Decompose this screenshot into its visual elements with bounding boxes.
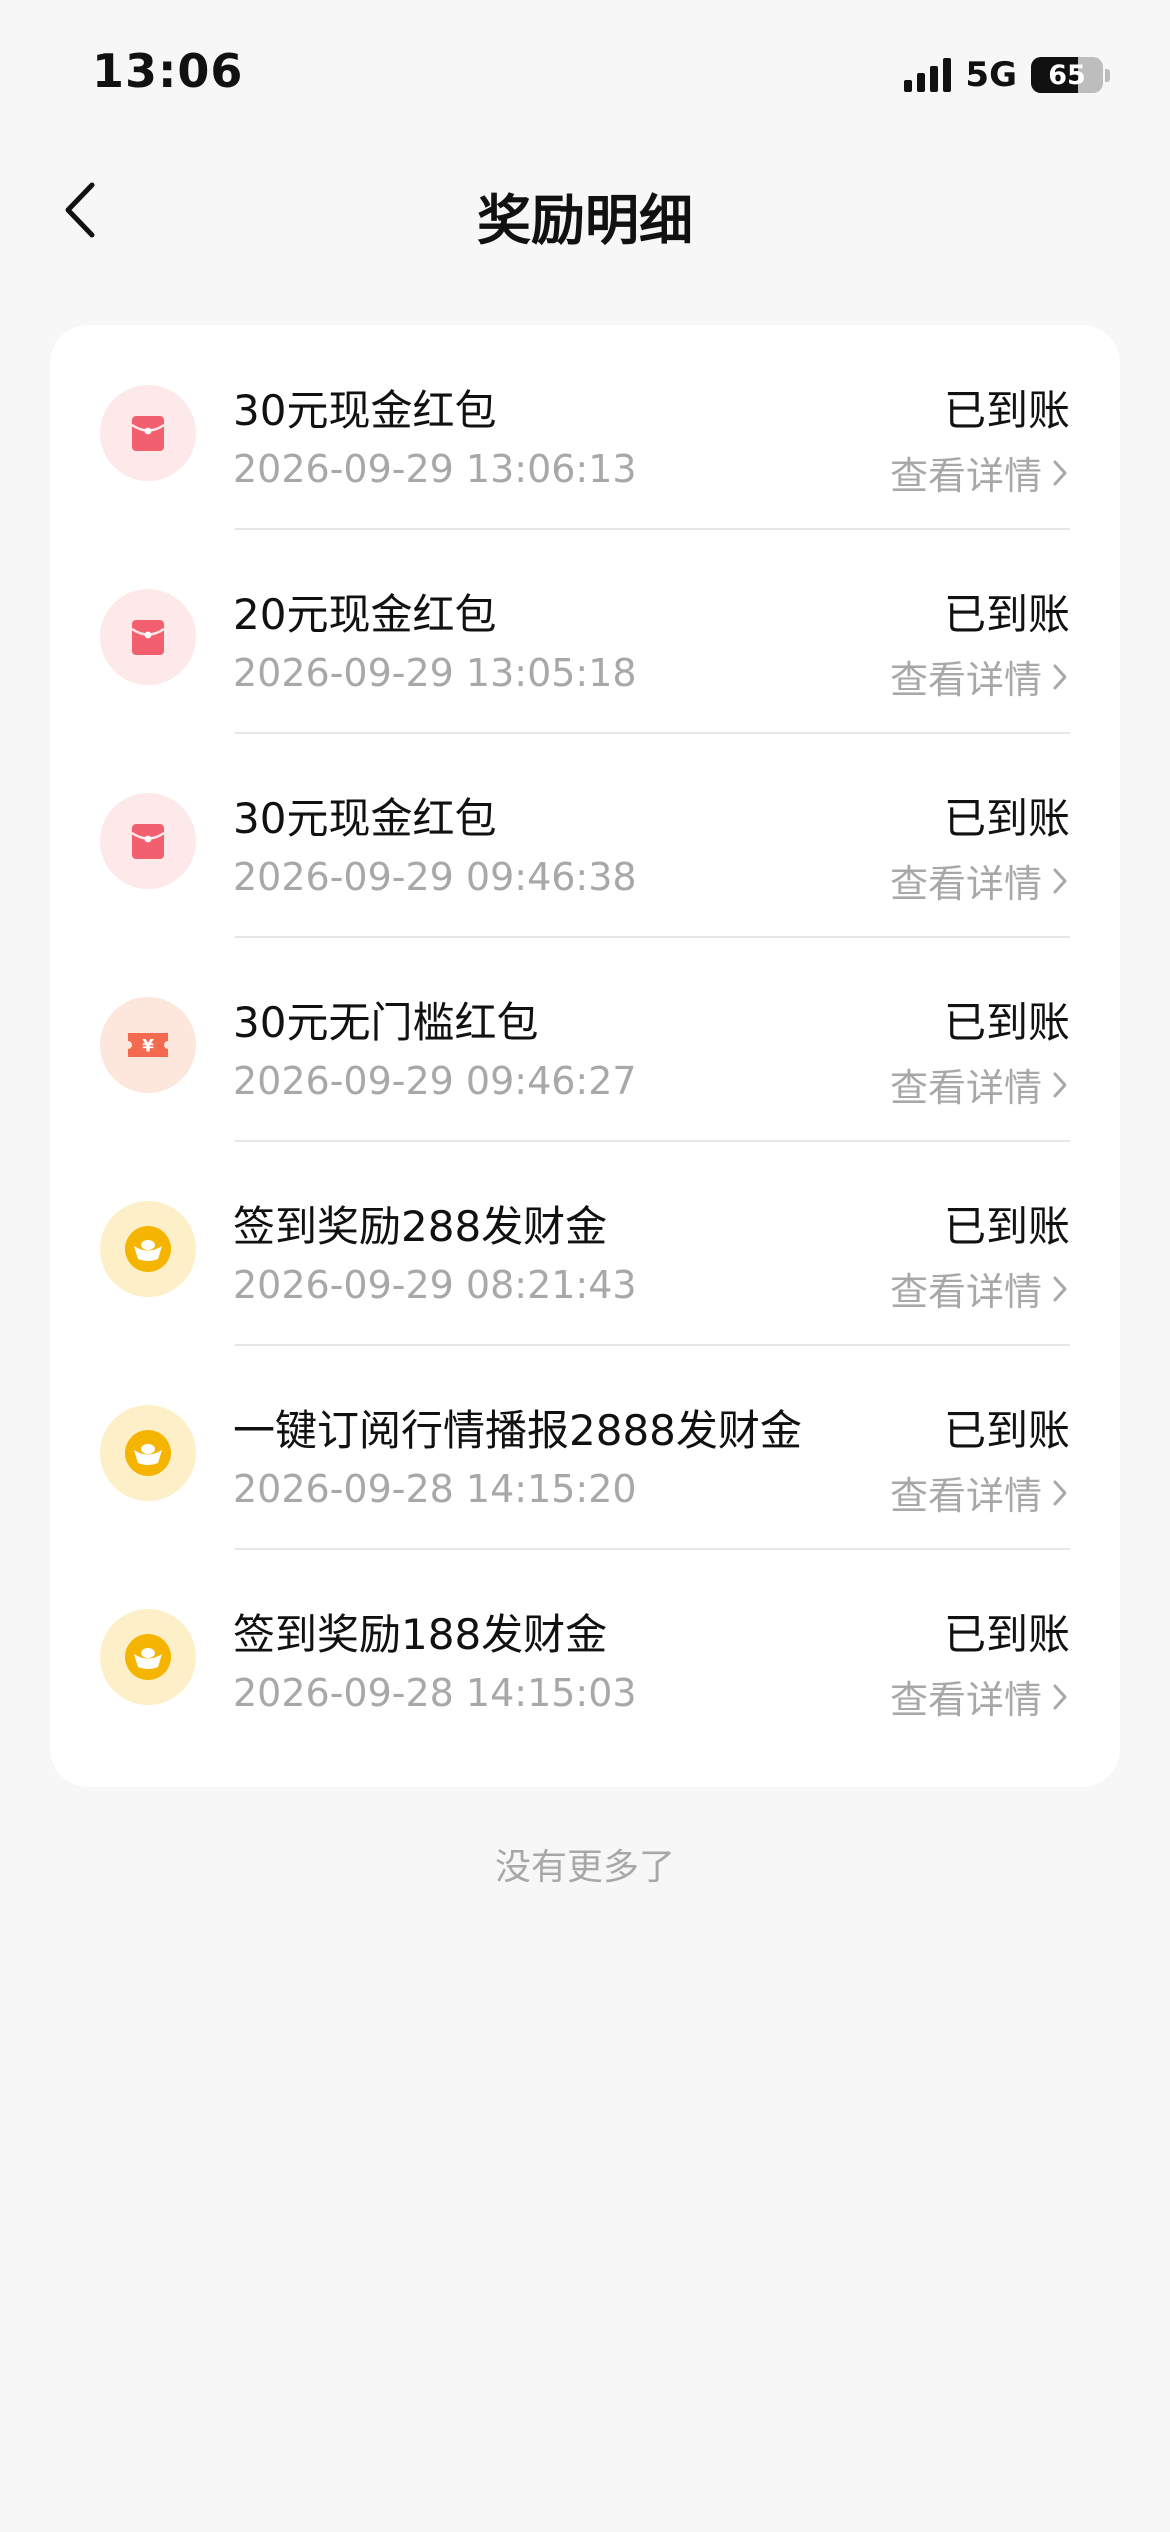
chevron-right-icon <box>1053 1480 1067 1505</box>
reward-status: 已到账 <box>943 386 1070 435</box>
reward-status: 已到账 <box>943 1610 1070 1659</box>
battery-cap <box>1105 68 1110 82</box>
reward-time: 2026-09-28 14:15:20 <box>233 1467 637 1511</box>
view-details-label: 查看详情 <box>889 862 1042 906</box>
reward-time: 2026-09-28 14:15:03 <box>233 1671 637 1715</box>
reward-title: 签到奖励188发财金 <box>233 1610 608 1659</box>
reward-time: 2026-09-29 09:46:38 <box>233 855 637 899</box>
gold-ingot-icon <box>100 1201 196 1297</box>
battery-icon: 65 <box>1031 57 1103 93</box>
navigation-bar: 奖励明细 <box>0 150 1170 270</box>
reward-time: 2026-09-29 13:06:13 <box>233 447 637 491</box>
gold-ingot-icon <box>100 1405 196 1501</box>
view-details-label: 查看详情 <box>889 1678 1042 1722</box>
reward-row[interactable]: 签到奖励188发财金 2026-09-28 14:15:03 已到账查看详情 <box>50 1549 1120 1754</box>
view-details-link[interactable]: 查看详情 <box>890 1669 1070 1724</box>
view-details-link[interactable]: 查看详情 <box>890 649 1070 704</box>
chevron-right-icon <box>1053 868 1067 893</box>
status-indicators: 5G 65 <box>904 50 1110 100</box>
page-title: 奖励明细 <box>477 189 693 252</box>
reward-row[interactable]: 30元现金红包 2026-09-29 13:06:13 已到账查看详情 <box>50 325 1120 530</box>
status-bar: 13:06 5G 65 <box>0 0 1170 150</box>
yuan-coupon-icon: ¥ <box>100 997 196 1093</box>
chevron-right-icon <box>1053 1276 1067 1301</box>
view-details-link[interactable]: 查看详情 <box>890 1261 1070 1316</box>
reward-status: 已到账 <box>943 794 1070 843</box>
view-details-label: 查看详情 <box>889 1474 1042 1518</box>
reward-time: 2026-09-29 09:46:27 <box>233 1059 637 1103</box>
view-details-label: 查看详情 <box>889 1066 1042 1110</box>
no-more-text: 没有更多了 <box>494 1847 675 1888</box>
reward-title: 一键订阅行情播报2888发财金 <box>233 1406 802 1455</box>
chevron-right-icon <box>1053 1684 1067 1709</box>
reward-status: 已到账 <box>943 590 1070 639</box>
reward-title: 30元现金红包 <box>233 386 497 435</box>
reward-row[interactable]: 30元现金红包 2026-09-29 09:46:38 已到账查看详情 <box>50 733 1120 938</box>
cellular-signal-icon <box>904 58 952 92</box>
view-details-label: 查看详情 <box>889 658 1042 702</box>
gold-ingot-icon <box>100 1609 196 1705</box>
reward-title: 30元无门槛红包 <box>233 998 539 1047</box>
reward-row[interactable]: 签到奖励288发财金 2026-09-29 08:21:43 已到账查看详情 <box>50 1141 1120 1346</box>
reward-title: 30元现金红包 <box>233 794 497 843</box>
reward-title: 20元现金红包 <box>233 590 497 639</box>
svg-text:¥: ¥ <box>142 1037 154 1057</box>
reward-title: 签到奖励288发财金 <box>233 1202 608 1251</box>
chevron-right-icon <box>1053 1072 1067 1097</box>
battery-percentage: 65 <box>1048 59 1086 91</box>
view-details-label: 查看详情 <box>889 1270 1042 1314</box>
view-details-link[interactable]: 查看详情 <box>890 1057 1070 1112</box>
view-details-link[interactable]: 查看详情 <box>890 1465 1070 1520</box>
reward-list: 30元现金红包 2026-09-29 13:06:13 已到账 查看详情 20元现金红包… <box>50 325 1120 1787</box>
reward-time: 2026-09-29 13:05:18 <box>233 651 637 695</box>
network-type: 5G <box>965 55 1017 95</box>
status-time: 13:06 <box>92 44 244 98</box>
reward-row[interactable]: ¥30元无门槛红包 2026-09-29 09:46:27 已到账查看详情 <box>50 937 1120 1142</box>
reward-status: 已到账 <box>943 998 1070 1047</box>
chevron-right-icon <box>1053 664 1067 689</box>
reward-row[interactable]: 一键订阅行情播报2888发财金 2026-09-28 14:15:20 已到账查看详… <box>50 1345 1120 1550</box>
red-envelope-icon <box>100 589 196 685</box>
reward-row[interactable]: 20元现金红包 2026-09-29 13:05:18 已到账查看详情 <box>50 529 1120 734</box>
red-envelope-icon <box>100 385 196 481</box>
view-details-link[interactable]: 查看详情 <box>890 853 1070 908</box>
view-details-link[interactable]: 查看详情 <box>890 445 1070 500</box>
red-envelope-icon <box>100 793 196 889</box>
reward-status: 已到账 <box>943 1406 1070 1455</box>
view-details-label: 查看详情 <box>889 454 1042 498</box>
reward-status: 已到账 <box>943 1202 1070 1251</box>
chevron-right-icon <box>1053 460 1067 485</box>
reward-time: 2026-09-29 08:21:43 <box>233 1263 637 1307</box>
